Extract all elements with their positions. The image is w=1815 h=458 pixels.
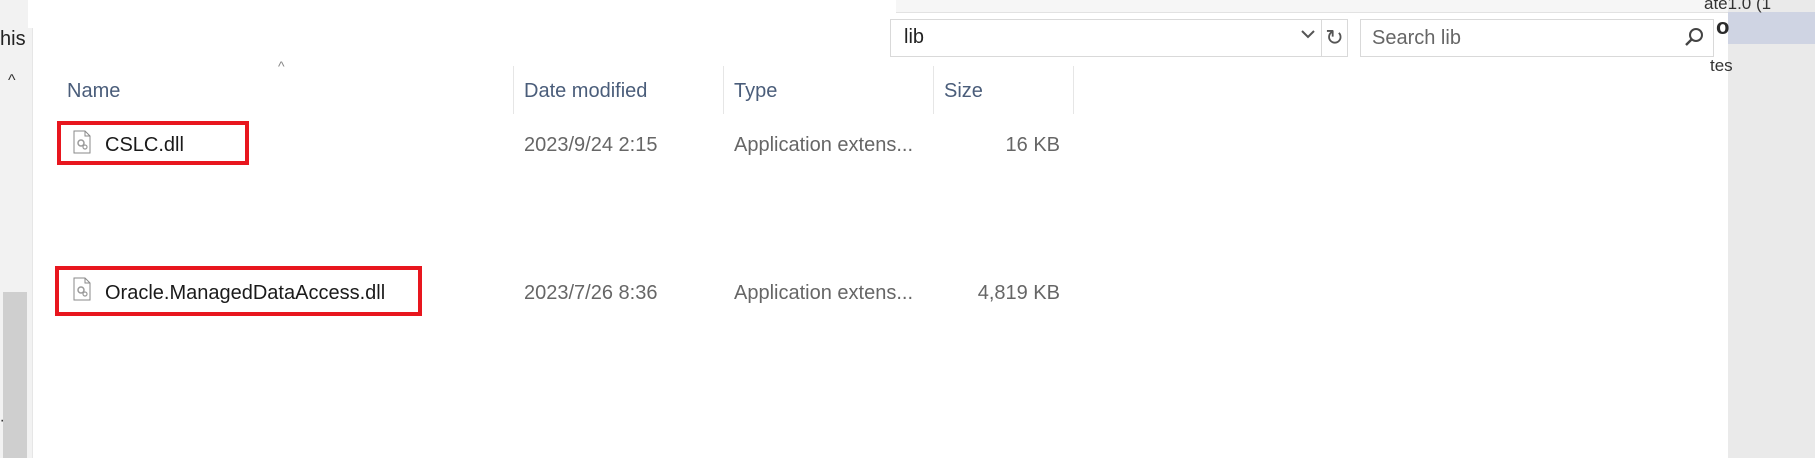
- address-bar[interactable]: [890, 19, 1322, 57]
- file-size: 16 KB: [1005, 134, 1060, 156]
- nav-bottom-glyph: ∙: [0, 412, 5, 429]
- column-divider[interactable]: [1073, 66, 1074, 114]
- column-divider[interactable]: [723, 66, 724, 114]
- details-pane-selected-label: o: [1716, 14, 1730, 39]
- file-name[interactable]: Oracle.ManagedDataAccess.dll: [105, 282, 385, 305]
- column-divider[interactable]: [513, 66, 514, 114]
- details-pane-item[interactable]: tes: [1710, 56, 1733, 76]
- ribbon-edge: [896, 0, 1728, 13]
- sort-ascending-icon: ^: [278, 58, 285, 74]
- title-area: [28, 0, 896, 28]
- refresh-icon[interactable]: ↻: [1322, 19, 1348, 57]
- search-icon[interactable]: [1683, 26, 1705, 48]
- file-size: 4,819 KB: [977, 282, 1060, 304]
- nav-item-this-pc[interactable]: his: [0, 28, 26, 51]
- column-divider[interactable]: [933, 66, 934, 114]
- dll-file-icon: [73, 277, 91, 301]
- file-type: Application extens...: [734, 282, 913, 304]
- search-placeholder[interactable]: Search lib: [1372, 27, 1461, 50]
- file-type: Application extens...: [734, 134, 913, 156]
- chevron-down-icon[interactable]: [1300, 24, 1316, 50]
- column-header-type[interactable]: Type: [734, 80, 777, 103]
- nav-scrollbar-thumb[interactable]: [3, 292, 27, 458]
- column-header-name[interactable]: Name: [67, 80, 120, 103]
- file-date-modified: 2023/7/26 8:36: [524, 282, 658, 304]
- details-pane-selected-row[interactable]: [1728, 12, 1815, 44]
- details-pane: [1728, 0, 1815, 458]
- column-header-date-modified[interactable]: Date modified: [524, 80, 647, 103]
- file-date-modified: 2023/9/24 2:15: [524, 134, 658, 156]
- dll-file-icon: [73, 130, 91, 154]
- file-name[interactable]: CSLC.dll: [105, 134, 184, 157]
- address-path[interactable]: lib: [904, 26, 924, 49]
- details-pane-title: ate1.0 (1: [1704, 0, 1772, 13]
- nav-scroll-up-button[interactable]: ^: [8, 72, 16, 90]
- column-header-size[interactable]: Size: [944, 80, 983, 103]
